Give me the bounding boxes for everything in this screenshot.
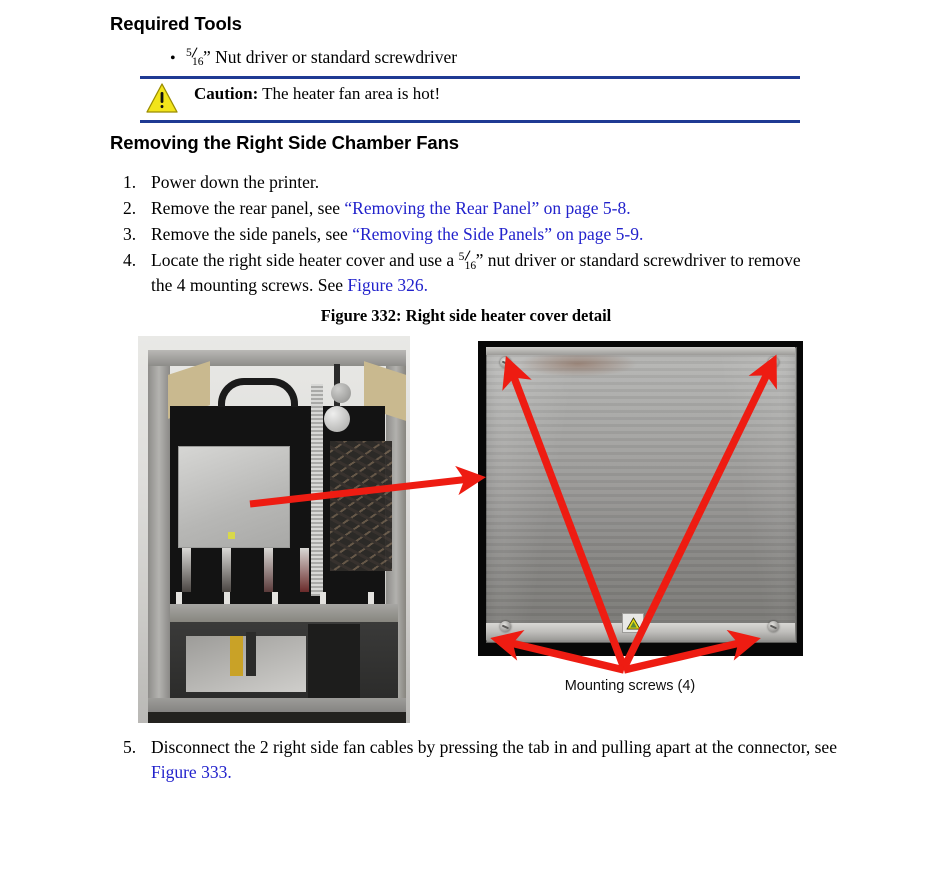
step-text: Remove the side panels, see [151, 224, 353, 244]
cross-reference-link[interactable]: Figure 326. [347, 275, 428, 295]
caution-label: Caution: [194, 84, 259, 103]
step-number: 3. [123, 224, 137, 244]
procedure-step: 4. Locate the right side heater cover and… [123, 248, 823, 298]
tools-bullet-text: ” Nut driver or standard screwdriver [203, 47, 458, 67]
step-number: 2. [123, 198, 137, 218]
figure-caption: Figure 332: Right side heater cover deta… [320, 306, 612, 325]
mounting-screw-bottom-right [768, 621, 779, 632]
document-page: Required Tools • 5 16” Nut driver or stand… [0, 0, 932, 884]
fraction-denominator: 16 [464, 260, 477, 272]
fraction-numerator: 5 [186, 47, 192, 59]
caution-message: The heater fan area is hot! [258, 84, 441, 103]
caution-text: Caution: The heater fan area is hot! [194, 84, 440, 104]
caution-rule-bottom [140, 120, 800, 123]
fraction-denominator: 16 [192, 56, 204, 68]
fraction-five-sixteenths: 5 16 [459, 250, 476, 272]
step-number: 4. [123, 250, 137, 270]
step-text: Power down the printer. [151, 172, 320, 192]
step-text: Remove the rear panel, see [151, 198, 345, 218]
heading-removing-right-side-chamber-fans: Removing the Right Side Chamber Fans [110, 132, 459, 153]
mounting-screw-top-right [768, 357, 779, 368]
cross-reference-link[interactable]: Figure 333. [151, 762, 232, 782]
fraction-five-sixteenths: 5 16 [186, 47, 204, 68]
heading-required-tools: Required Tools [110, 13, 242, 34]
warning-triangle-icon [146, 82, 178, 114]
procedure-step-list-continued: 5. Disconnect the 2 right side fan cables… [123, 735, 837, 786]
procedure-step-list: 1. Power down the printer. 2. Remove the re… [123, 170, 823, 299]
mounting-screw-bottom-left [500, 621, 511, 632]
procedure-step: 3. Remove the side panels, see “Removing … [123, 222, 823, 247]
figure-photo-right-heater-cover [478, 341, 803, 656]
cross-reference-link[interactable]: “Removing the Side Panels” on page 5-9. [352, 224, 643, 244]
procedure-step: 1. Power down the printer. [123, 170, 823, 195]
bullet-dot-icon: • [170, 50, 176, 67]
step-number: 1. [123, 172, 137, 192]
step-text: Disconnect the 2 right side fan cables b… [151, 737, 837, 757]
hot-surface-warning-sticker [622, 613, 644, 633]
fraction-numerator: 5 [458, 251, 465, 263]
figure-photo-left-printer-interior [138, 336, 410, 723]
callout-label-mounting-screws: Mounting screws (4) [564, 678, 696, 694]
caution-rule-top [140, 76, 800, 79]
mounting-screw-top-left [500, 357, 511, 368]
step-number: 5. [123, 737, 137, 757]
tools-bullet-item: • 5 16” Nut driver or standard screwdriver [170, 46, 457, 70]
cross-reference-link[interactable]: “Removing the Rear Panel” on page 5-8. [344, 198, 630, 218]
step-text: Locate the right side heater cover and u… [151, 250, 459, 270]
procedure-step: 5. Disconnect the 2 right side fan cables… [123, 735, 837, 785]
procedure-step: 2. Remove the rear panel, see “Removing t… [123, 196, 823, 221]
